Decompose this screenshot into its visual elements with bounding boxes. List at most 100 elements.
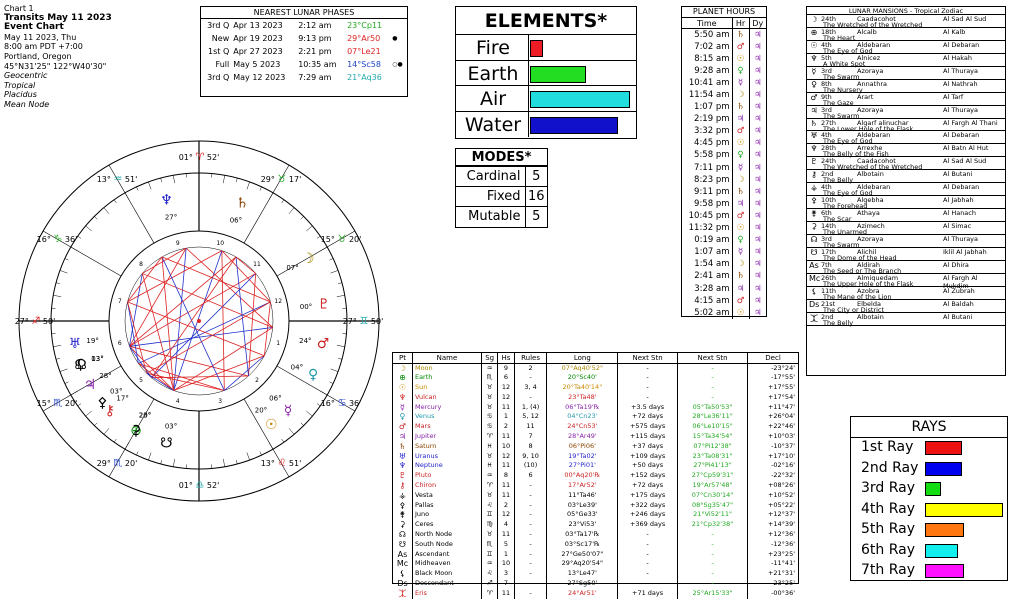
house-number: 4 [176, 398, 180, 405]
mansion-arabic-name: Al Thuraya [943, 66, 979, 75]
day-ruler-icon: ♃ [748, 209, 766, 222]
phase-row: 3rd Q May 12 2023 7:29 am 21°Aq36 [201, 71, 407, 84]
planet-next-station-days: - [617, 539, 678, 550]
planet-next-station-pos: 27°Pi41'13" [676, 461, 748, 472]
house-cusp-minute: 20' [122, 459, 137, 468]
planet-rules: 9, 10 [513, 451, 547, 462]
planet-declination: +17°10' [747, 451, 798, 462]
rays-title: RAYS [851, 417, 1007, 438]
day-ruler-icon: ♃ [748, 76, 766, 89]
phase-name: Full [215, 60, 230, 69]
house-cusp-sign-icon: ♏ [113, 458, 122, 469]
hour-time: 10:45 pm [688, 210, 730, 221]
element-row: Earth [456, 60, 636, 86]
house-number: 1 [276, 340, 280, 347]
phase-mark [390, 71, 407, 84]
planet-row: ♆ Neptune ♓ 11 (10) 27°Pi01' +50 days 27°Pi41'1… [393, 461, 798, 472]
wheel-planet-degree: 24° [299, 337, 311, 345]
phase-position: 14°Sc58 [347, 60, 381, 69]
wheel-planet-degree: 17° [116, 394, 128, 402]
mansion-arabic-name: Al Hakah [943, 53, 972, 62]
wheel-planet-degree: 04° [291, 364, 303, 372]
chart-setting-1: Geocentric [4, 71, 48, 81]
house-cusp-sign-icon: ♌ [277, 458, 286, 469]
day-ruler-icon: ♃ [748, 246, 766, 259]
mansion-planet-icon: ♇ [810, 157, 818, 167]
wheel-planet-icon: ⚳ [131, 423, 141, 439]
planet-rules: 8 [513, 441, 547, 452]
hour-ruler-icon: ♂ [731, 40, 749, 53]
house-cusp-sign-icon: ♉ [277, 174, 286, 185]
hour-row: 9:58 pm ♃ ♃ [682, 197, 766, 210]
mode-row: Fixed 16 [456, 186, 547, 207]
house-cusp-degree: 01° [179, 481, 196, 490]
planet-rules: - [513, 569, 547, 580]
house-number: 11 [253, 261, 261, 268]
planet-next-station-days: +575 days [617, 422, 678, 433]
planet-glyph-icon: ⚴ [399, 500, 406, 510]
planet-sign-icon: ♍ [481, 520, 498, 531]
wheel-planet-icon: ♀ [308, 367, 318, 383]
planet-declination: +23°25' [747, 549, 798, 560]
hour-ruler-icon: ☉ [731, 306, 749, 319]
ptable-col-header: Long [546, 353, 618, 364]
planet-name: Mars [411, 422, 482, 433]
house-cusp-label: 27° ♐ 50' [15, 316, 56, 327]
hour-ruler-icon: ☿ [731, 76, 749, 89]
phase-mark: ● [392, 35, 398, 42]
planet-glyph-icon: ☿ [400, 402, 405, 412]
ray-row: 1st Ray [851, 438, 1007, 459]
hour-row: 9:28 am ♀ ♃ [682, 64, 766, 77]
hour-time: 1:07 am [694, 247, 730, 258]
planet-house: 11 [497, 588, 515, 599]
phase-name: 3rd Q [207, 73, 230, 82]
phase-time: 9:13 pm [298, 34, 332, 43]
planet-longitude: 20°Sc40' [546, 373, 618, 384]
planet-next-station-days: +37 days [617, 441, 678, 452]
planet-next-station-days: - [617, 373, 678, 384]
mansion-arabic-name: Al Jabhah [943, 196, 974, 205]
planet-glyph-icon: ⚷ [399, 481, 406, 491]
planet-house: 2 [497, 422, 515, 433]
hour-time: 9:11 pm [694, 186, 730, 197]
modes-title: MODES* [456, 149, 547, 166]
planet-glyph-icon: ♃ [398, 432, 407, 442]
planet-name: Sun [411, 383, 482, 393]
mansion-arabic-name: Al Debaran [943, 40, 980, 49]
planet-rules: - [513, 510, 547, 521]
planet-house: 1 [497, 412, 515, 423]
planet-longitude: 13°Le47' [546, 569, 618, 580]
planet-declination: -23°24' [747, 363, 798, 374]
planet-longitude: 29°Aq20'54" [546, 559, 618, 570]
wheel-planet-icon: ⚸ [75, 357, 85, 373]
ray-row: 2nd Ray [851, 459, 1007, 480]
planet-next-station-days: +246 days [617, 510, 678, 521]
planet-next-station-pos: 06°Le10'15" [676, 422, 748, 433]
hour-row: 2:19 pm ♃ ♃ [682, 113, 766, 126]
planet-row: ⊕ Earth ♏ 6-20°Sc40' - - -17°55' [393, 373, 798, 384]
ptable-col-header: Next Stn [676, 353, 748, 364]
hour-time: 5:02 am [694, 307, 730, 318]
ray-bar [925, 482, 941, 496]
hour-ruler-icon: ☿ [731, 246, 749, 259]
planet-hours-title: PLANET HOURS [692, 7, 756, 16]
planet-name: Saturn [411, 441, 482, 452]
hour-row: 2:41 am ♄ ♃ [682, 270, 766, 283]
hour-row: 5:50 am ♄ ♃ [682, 28, 766, 41]
mode-row: Mutable 5 [456, 206, 547, 227]
element-label: Earth [467, 62, 519, 85]
planet-sign-icon: ♌ [481, 569, 498, 580]
mansion-row: ♀ 8th Annathra Al Nathrah The Nursery [807, 79, 1005, 94]
day-ruler-icon: ♃ [748, 113, 766, 126]
planet-rules: - [513, 500, 547, 511]
day-ruler-icon: ♃ [748, 197, 766, 210]
mansion-arabic-name: Al Nathrah [943, 79, 978, 88]
day-ruler-icon: ♃ [748, 149, 766, 162]
planet-next-station-days: +322 days [617, 500, 678, 511]
house-cusp-degree: 15° [321, 235, 338, 244]
hour-ruler-icon: ♄ [731, 28, 749, 41]
mansion-arabic-name: Al Butani [943, 312, 973, 321]
house-cusp-minute: 51' [122, 175, 137, 184]
house-number: 6 [118, 340, 122, 347]
planet-declination: +05°22' [747, 500, 798, 511]
